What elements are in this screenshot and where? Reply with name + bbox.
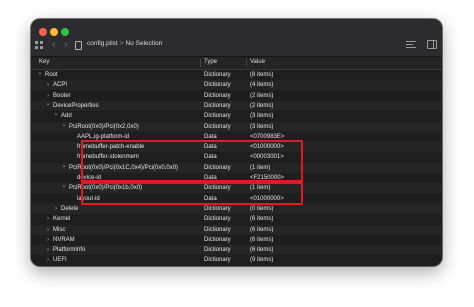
disclosure-open-chevron-icon[interactable]: ⌄	[61, 120, 67, 130]
row-value[interactable]: (3 items)	[250, 111, 273, 121]
row-key[interactable]: NVRAM	[53, 235, 75, 245]
disclosure-closed-chevron-icon[interactable]: ›	[45, 80, 51, 90]
row-key[interactable]: Booter	[53, 91, 71, 101]
outline-row[interactable]: ⌄ Root Dictionary (8 items)	[31, 70, 442, 80]
column-header-row: Key Type Value	[31, 57, 442, 70]
outline-row[interactable]: › ACPI Dictionary (4 items)	[31, 80, 442, 91]
outline-row[interactable]: › Kernel Dictionary (6 items)	[31, 214, 442, 224]
row-type[interactable]: Dictionary	[204, 111, 231, 121]
row-value[interactable]: (9 items)	[250, 255, 273, 265]
column-header-type[interactable]: Type	[204, 59, 217, 65]
disclosure-open-chevron-icon[interactable]: ⌄	[45, 99, 51, 109]
row-type[interactable]: Dictionary	[204, 225, 231, 235]
row-value[interactable]: (2 items)	[250, 101, 273, 111]
outline-row[interactable]: › NVRAM Dictionary (6 items)	[31, 235, 442, 245]
highlight-box-igpu	[81, 140, 303, 182]
row-value[interactable]: (6 items)	[250, 214, 273, 224]
row-type[interactable]: Dictionary	[204, 255, 231, 265]
column-divider[interactable]	[200, 59, 201, 67]
disclosure-closed-chevron-icon[interactable]: ›	[53, 204, 59, 214]
disclosure-closed-chevron-icon[interactable]: ›	[45, 235, 51, 245]
row-key[interactable]: Misc	[53, 225, 65, 235]
row-key[interactable]: UEFI	[53, 255, 67, 265]
related-items-grid-icon[interactable]	[35, 41, 44, 50]
highlight-box-wifi	[81, 182, 303, 205]
outline-row[interactable]: › PlatformInfo Dictionary (6 items)	[31, 245, 442, 256]
row-key[interactable]: Kernel	[53, 214, 70, 224]
row-value[interactable]: (8 items)	[250, 70, 273, 80]
disclosure-closed-chevron-icon[interactable]: ›	[45, 245, 51, 255]
breadcrumb-filename[interactable]: config.plist	[87, 40, 118, 47]
outline-row[interactable]: › Booter Dictionary (2 items)	[31, 91, 442, 101]
row-key[interactable]: PlatformInfo	[53, 245, 85, 255]
disclosure-closed-chevron-icon[interactable]: ›	[45, 225, 51, 235]
back-chevron-icon[interactable]: ‹	[52, 40, 56, 51]
column-header-value[interactable]: Value	[250, 59, 265, 65]
disclosure-open-chevron-icon[interactable]: ⌄	[53, 109, 59, 119]
row-value[interactable]: (6 items)	[250, 245, 273, 255]
plist-file-icon	[75, 41, 82, 50]
close-window-button[interactable]	[39, 28, 47, 36]
row-key[interactable]: Root	[45, 70, 58, 80]
outline-row[interactable]: › Misc Dictionary (6 items)	[31, 224, 442, 235]
row-type[interactable]: Dictionary	[204, 91, 231, 101]
disclosure-closed-chevron-icon[interactable]: ›	[45, 255, 51, 265]
disclosure-closed-chevron-icon[interactable]: ›	[45, 214, 51, 224]
row-key[interactable]: Delete	[61, 204, 78, 214]
disclosure-open-chevron-icon[interactable]: ⌄	[37, 68, 43, 78]
column-header-key[interactable]: Key	[39, 59, 49, 65]
row-type[interactable]: Dictionary	[204, 245, 231, 255]
outline-row[interactable]: ⌄ DeviceProperties Dictionary (2 items)	[31, 99, 442, 111]
title-bar: ‹ › config.plist > No Selection	[31, 19, 442, 57]
zoom-window-button[interactable]	[61, 28, 69, 36]
row-type[interactable]: Dictionary	[204, 80, 231, 90]
forward-chevron-icon[interactable]: ›	[64, 40, 68, 51]
row-key[interactable]: ACPI	[53, 80, 67, 90]
row-key[interactable]: DeviceProperties	[53, 101, 99, 111]
row-type[interactable]: Dictionary	[204, 214, 231, 224]
row-value[interactable]: (3 items)	[250, 122, 273, 132]
row-value[interactable]: (0 items)	[250, 204, 273, 214]
row-value[interactable]: (2 items)	[250, 91, 273, 101]
row-type[interactable]: Dictionary	[204, 204, 231, 214]
row-type[interactable]: Dictionary	[204, 70, 231, 80]
row-type[interactable]: Dictionary	[204, 235, 231, 245]
outline-row[interactable]: ⌄ Add Dictionary (3 items)	[31, 111, 442, 121]
outline-row[interactable]: ⌄ PciRoot(0x0)/Pci(0x2,0x0) Dictionary (3 i…	[31, 120, 442, 132]
breadcrumb[interactable]: config.plist > No Selection	[87, 40, 162, 47]
row-value[interactable]: (6 items)	[250, 235, 273, 245]
column-divider[interactable]	[246, 59, 247, 67]
row-type[interactable]: Dictionary	[204, 101, 231, 111]
plist-editor-window: ‹ › config.plist > No Selection Key Type V…	[31, 19, 442, 266]
breadcrumb-selection[interactable]: No Selection	[126, 40, 163, 47]
inspector-toggle-icon[interactable]	[427, 40, 437, 49]
row-key[interactable]: PciRoot(0x0)/Pci(0x2,0x0)	[69, 122, 139, 132]
row-value[interactable]: (6 items)	[250, 225, 273, 235]
disclosure-open-chevron-icon[interactable]: ⌄	[61, 181, 67, 191]
outline-row[interactable]: › Delete Dictionary (0 items)	[31, 203, 442, 214]
row-type[interactable]: Dictionary	[204, 122, 231, 132]
breadcrumb-separator: >	[119, 40, 124, 47]
minimize-window-button[interactable]	[50, 28, 58, 36]
disclosure-open-chevron-icon[interactable]: ⌄	[61, 161, 67, 171]
editor-options-icon[interactable]	[406, 41, 416, 49]
outline-row[interactable]: › UEFI Dictionary (9 items)	[31, 255, 442, 265]
row-value[interactable]: (4 items)	[250, 80, 273, 90]
